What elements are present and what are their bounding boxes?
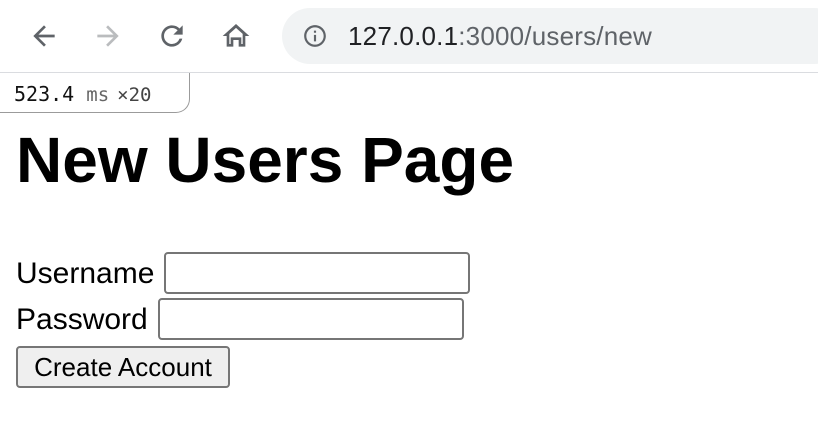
back-button[interactable]: [24, 16, 64, 56]
performance-badge: 523.4 ms ×20: [0, 73, 190, 113]
render-time-value: 523.4: [14, 82, 75, 106]
create-account-button[interactable]: Create Account: [16, 346, 230, 388]
performance-readout: 523.4 ms ×20: [14, 82, 151, 107]
new-user-form: Username Password Create Account: [16, 252, 471, 388]
reload-button[interactable]: [152, 16, 192, 56]
back-arrow-icon: [28, 20, 60, 52]
url-path: :3000/users/new: [458, 21, 653, 51]
password-label: Password: [16, 303, 148, 336]
password-row: Password: [16, 298, 470, 344]
password-input[interactable]: [157, 298, 464, 340]
url-text[interactable]: 127.0.0.1:3000/users/new: [348, 21, 652, 51]
render-time-unit: ms: [86, 84, 110, 106]
username-input[interactable]: [164, 252, 471, 294]
address-bar[interactable]: 127.0.0.1:3000/users/new: [282, 8, 818, 64]
render-count: ×20: [117, 84, 152, 106]
home-icon: [220, 20, 252, 52]
page-title: New Users Page: [16, 124, 515, 196]
username-label: Username: [16, 257, 155, 290]
url-host: 127.0.0.1: [348, 21, 459, 51]
info-icon[interactable]: [302, 23, 328, 49]
username-row: Username: [16, 252, 471, 298]
reload-icon: [156, 20, 188, 52]
home-button[interactable]: [216, 16, 256, 56]
browser-toolbar: 127.0.0.1:3000/users/new: [0, 0, 818, 73]
forward-arrow-icon: [92, 20, 124, 52]
forward-button[interactable]: [88, 16, 128, 56]
